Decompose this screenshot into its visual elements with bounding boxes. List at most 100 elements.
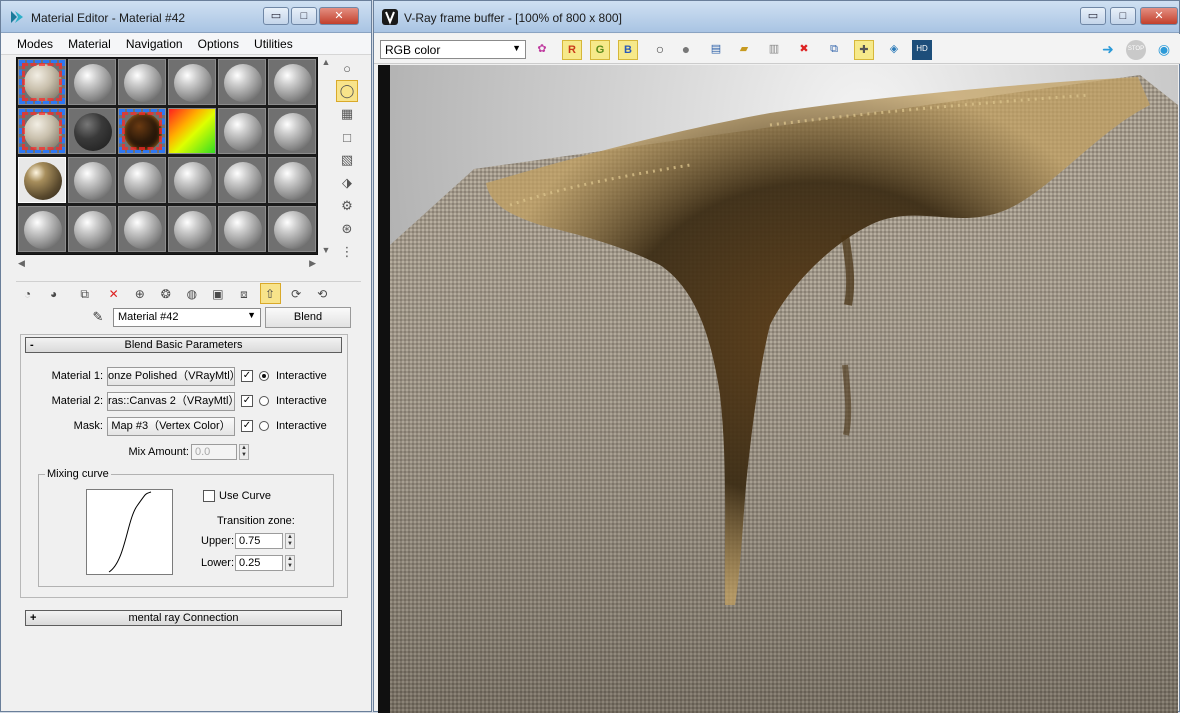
sample-slot[interactable] [218,59,266,105]
go-to-parent-icon[interactable]: ⇧ [259,283,281,304]
sample-slot[interactable] [18,59,66,105]
show-end-result-icon[interactable]: ⧈ [234,284,255,305]
color-channels-icon[interactable]: ✿ [532,40,552,60]
sample-slot[interactable] [168,157,216,203]
blend-basic-rollout-header[interactable]: - Blend Basic Parameters [25,337,342,353]
mix-amount-spinner-icon[interactable]: ▲ ▼ [239,444,249,460]
sample-slot[interactable] [68,59,116,105]
material1-checkbox[interactable]: ✓ [241,370,253,382]
material-editor-titlebar[interactable]: Material Editor - Material #42 ▭ □ ✕ [1,1,371,33]
follow-mouse-region-icon[interactable]: ✚ [854,40,874,60]
monochrome-icon[interactable]: ● [676,40,696,60]
go-forward-to-sibling-icon[interactable]: ⟳ [286,284,307,305]
scroll-left-icon[interactable]: ◀ [18,258,25,269]
sample-slot[interactable] [268,108,316,154]
sample-slot[interactable] [68,108,116,154]
sample-slot[interactable] [218,157,266,203]
pick-material-from-object-icon[interactable]: ⟲ [312,284,333,305]
get-material-icon[interactable]: ◔ [17,284,38,305]
menu-material[interactable]: Material [62,33,117,55]
options-icon[interactable]: ⚙ [336,195,358,217]
upper-field[interactable]: 0.75 [235,533,283,549]
make-unique-icon[interactable]: ⊕ [129,284,150,305]
stop-render-button[interactable]: STOP [1126,40,1146,60]
menu-options[interactable]: Options [192,33,245,55]
sample-slot[interactable] [218,108,266,154]
sample-slots-vscroll[interactable]: ▲ ▼ [319,57,333,255]
menu-navigation[interactable]: Navigation [120,33,189,55]
sample-slot[interactable] [268,59,316,105]
scroll-up-icon[interactable]: ▲ [319,57,333,67]
sample-slot[interactable] [118,108,166,154]
sample-slot[interactable] [168,59,216,105]
assign-to-selection-icon[interactable]: ⧉ [74,284,95,305]
vfb-close-button[interactable]: ✕ [1140,7,1178,25]
sample-slots-hscroll[interactable]: ◀ ▶ [16,257,318,270]
sample-slot[interactable] [118,59,166,105]
clear-image-icon[interactable]: ✖ [794,40,814,60]
sample-slot[interactable] [18,157,66,203]
lower-field[interactable]: 0.25 [235,555,283,571]
duplicate-to-max-vfb-icon[interactable]: ▥ [764,40,784,60]
sample-type-icon[interactable]: ○ [336,57,358,79]
eyedropper-icon[interactable]: ✎ [89,309,107,327]
sample-slot[interactable] [118,206,166,252]
material1-button[interactable]: onze Polished（VRayMtl） [107,367,235,386]
history-button[interactable]: HD [912,40,932,60]
sample-slot[interactable] [18,206,66,252]
background-checker-icon[interactable]: ▦ [336,103,358,125]
alpha-channel-icon[interactable]: ○ [650,40,670,60]
mix-amount-field[interactable]: 0.0 [191,444,237,460]
sample-slot[interactable] [218,206,266,252]
mask-interactive-radio[interactable] [259,421,269,431]
red-channel-button[interactable]: R [562,40,582,60]
minimize-button[interactable]: ▭ [263,7,289,25]
sample-uv-tiling-icon[interactable]: □ [336,126,358,148]
mental-ray-rollout-header[interactable]: + mental ray Connection [25,610,342,626]
material2-button[interactable]: ras::Canvas 2（VRayMtl） [107,392,235,411]
sample-slot[interactable] [168,206,216,252]
maximize-button[interactable]: □ [291,7,317,25]
scroll-down-icon[interactable]: ▼ [319,245,333,255]
lower-spinner-icon[interactable]: ▲ ▼ [285,555,295,571]
material-id-channel-icon[interactable]: ◍ [181,284,202,305]
material-type-button[interactable]: Blend [265,307,351,328]
select-by-material-icon[interactable]: ⊛ [336,218,358,240]
chevron-down-icon[interactable]: ▼ [247,310,256,320]
material-map-navigator-icon[interactable]: ⋮ [336,241,358,263]
track-mouse-icon[interactable]: ⧉ [824,40,844,60]
upper-spinner-icon[interactable]: ▲ ▼ [285,533,295,549]
vfb-minimize-button[interactable]: ▭ [1080,7,1106,25]
put-material-icon[interactable]: ◕ [43,284,64,305]
close-button[interactable]: ✕ [319,7,359,25]
scroll-right-icon[interactable]: ▶ [309,258,316,269]
make-preview-icon[interactable]: ⬗ [336,172,358,194]
sample-slot[interactable] [68,206,116,252]
material2-checkbox[interactable]: ✓ [241,395,253,407]
menu-modes[interactable]: Modes [11,33,59,55]
put-to-library-icon[interactable]: ❂ [155,284,176,305]
use-curve-checkbox[interactable] [203,490,215,502]
show-corrections-icon[interactable]: ◉ [1154,40,1174,60]
video-color-check-icon[interactable]: ▧ [336,149,358,171]
sample-slot[interactable] [268,157,316,203]
mask-checkbox[interactable]: ✓ [241,420,253,432]
menu-utilities[interactable]: Utilities [248,33,299,55]
blue-channel-button[interactable]: B [618,40,638,60]
sample-slot[interactable] [168,108,216,154]
material1-interactive-radio[interactable] [259,371,269,381]
reset-map-icon[interactable]: ✕ [103,284,124,305]
green-channel-button[interactable]: G [590,40,610,60]
material-name-field[interactable]: Material #42 ▼ [113,308,261,327]
sample-slot[interactable] [18,108,66,154]
vfb-maximize-button[interactable]: □ [1110,7,1136,25]
mask-button[interactable]: Map #3（Vertex Color） [107,417,235,436]
sample-slot[interactable] [68,157,116,203]
load-image-icon[interactable]: ▰ [734,40,754,60]
sample-slot[interactable] [268,206,316,252]
material2-interactive-radio[interactable] [259,396,269,406]
channel-dropdown[interactable]: RGB color ▼ [380,40,526,59]
vfb-titlebar[interactable]: V-Ray frame buffer - [100% of 800 x 800]… [374,1,1179,33]
render-last-icon[interactable]: ◈ [884,40,904,60]
save-image-icon[interactable]: ▤ [706,40,726,60]
